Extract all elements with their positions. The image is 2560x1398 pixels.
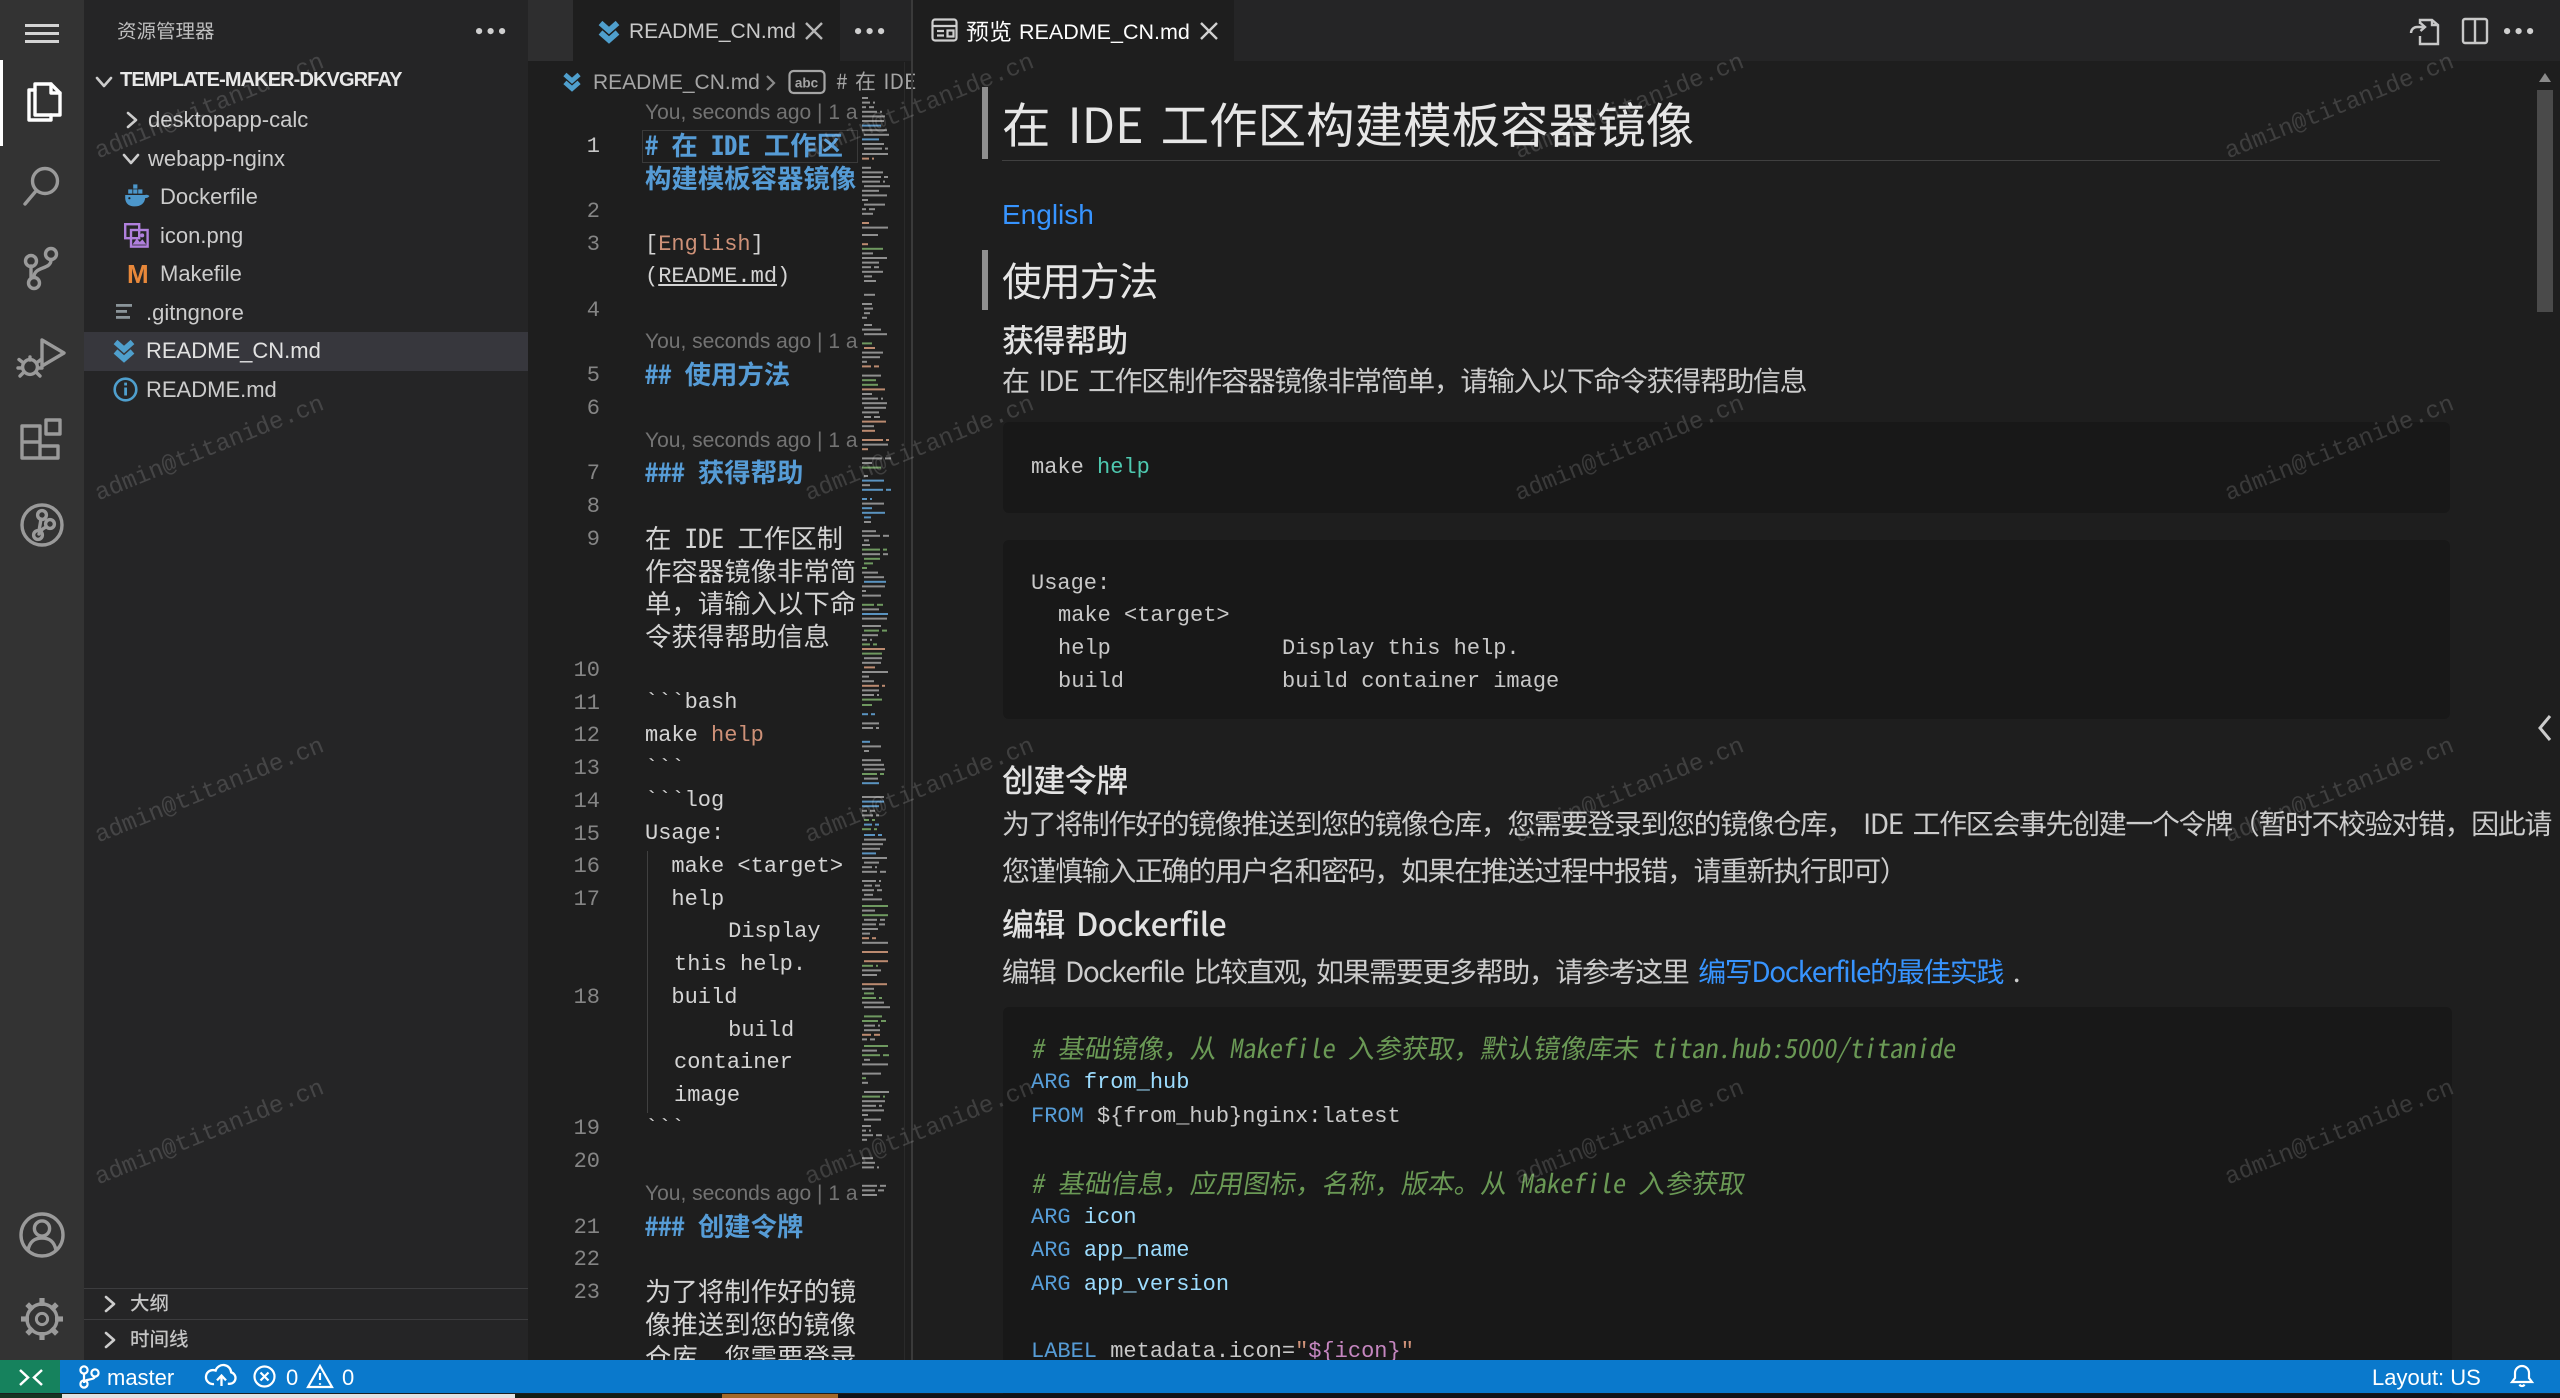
svg-text:abc: abc [795,76,819,91]
